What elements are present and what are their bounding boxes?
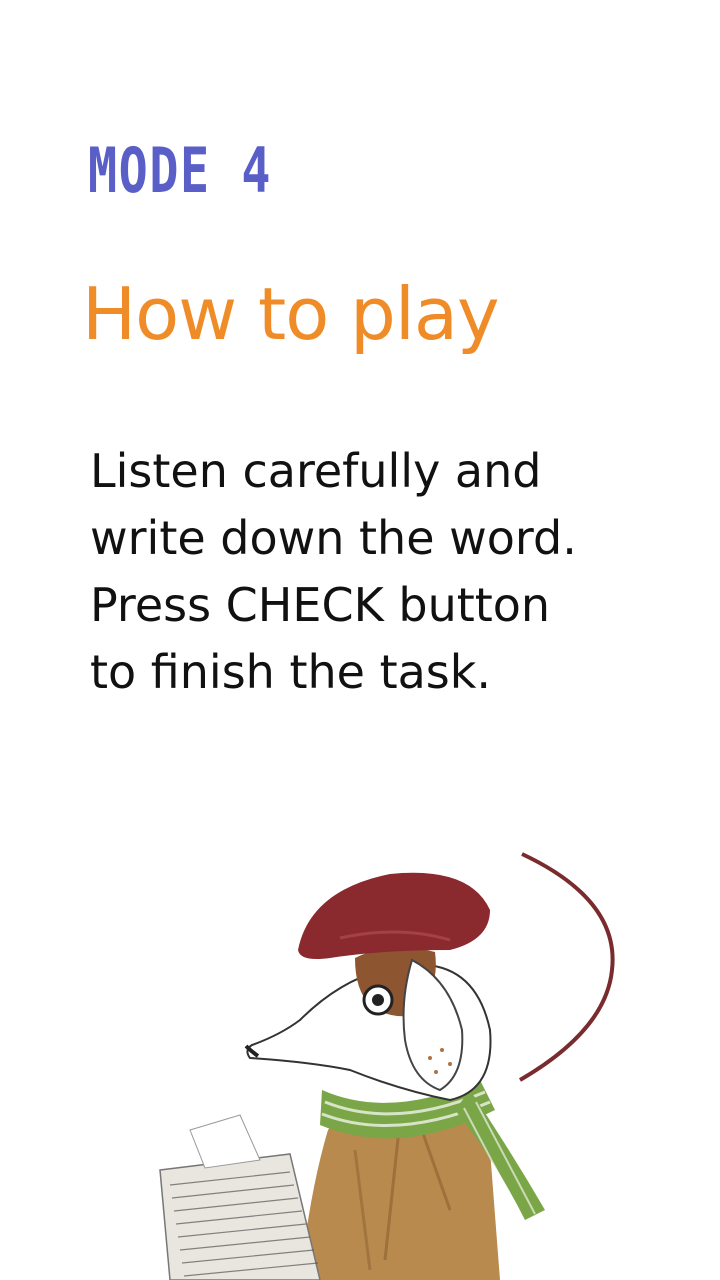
instruction-line: Listen carefully and [90, 444, 542, 498]
dog-illustration-svg [159, 852, 615, 1280]
instruction-line: to finish the task. [90, 645, 492, 699]
mode-label: MODE 4 [88, 134, 273, 207]
cap-shape [298, 872, 490, 959]
how-to-play-screen: MODE 4 How to play Listen carefully and … [0, 0, 720, 1280]
arc-decoration [518, 852, 615, 1082]
instructions-text: Listen carefully and write down the word… [90, 438, 630, 706]
instruction-line: Press CHECK button [90, 578, 551, 632]
instruction-line: write down the word. [90, 511, 577, 565]
dog-reading-newspaper-illustration [150, 790, 630, 1280]
page-title: How to play [82, 272, 500, 356]
